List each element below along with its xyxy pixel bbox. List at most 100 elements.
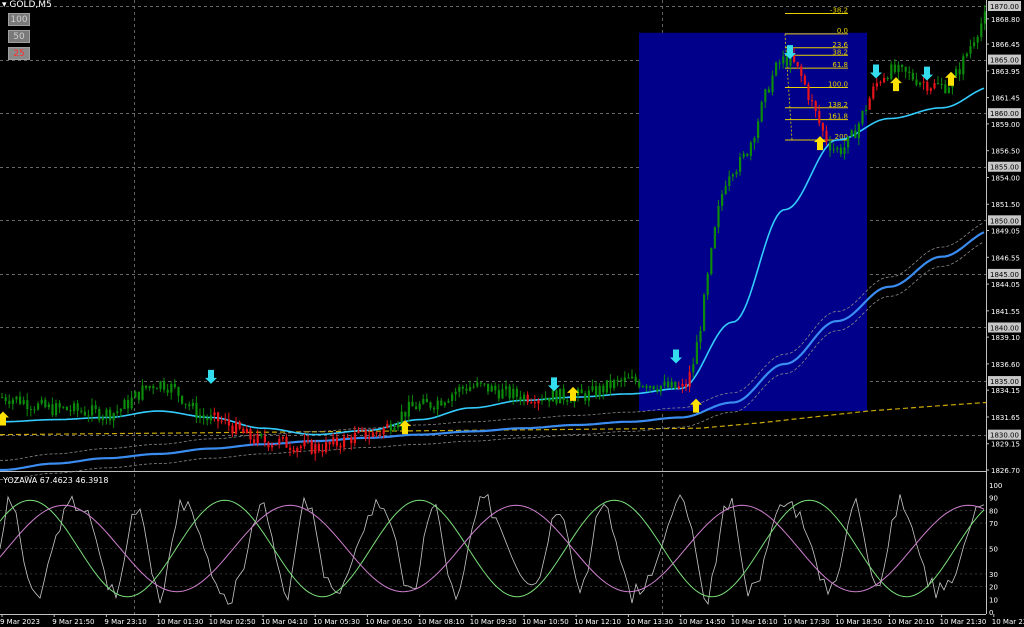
candle-body [886,77,889,80]
zoom-100-button[interactable]: 100 [8,13,30,26]
candle-body [616,379,619,381]
candle-body [357,430,360,433]
candle-body [249,428,252,440]
price-label: 1834.15 [991,387,1020,395]
oscillator-level-label: 80 [989,507,998,515]
oscillator-value-1: 67.4623 [39,476,73,485]
candle-body [976,36,979,43]
oscillator-title: YOZAWA 67.4623 46.3918 [3,476,109,485]
candle-body [559,388,562,404]
oscillator-name: YOZAWA [3,476,38,485]
candle-body [598,385,601,397]
candle-body [800,66,803,76]
symbol-label: ▾ GOLD,M5 [2,0,52,10]
price-marker-label: 1855.00 [990,164,1019,172]
candle-body [908,71,911,73]
candle-body [285,436,288,448]
candle-body [508,386,511,399]
candle-body [163,381,166,390]
candle-body [627,377,630,379]
candle-body [76,403,79,411]
oscillator-level-label: 100 [989,482,1002,490]
candle-body [382,427,385,435]
candle-body [566,400,569,402]
candle-body [605,380,608,393]
candle-body [710,248,713,275]
price-marker-label: 1835.00 [990,378,1019,386]
candle-body [757,121,760,139]
candle-body [123,400,126,410]
candle-body [310,440,313,454]
candle-body [94,405,97,409]
time-label: 9 Mar 21:50 [52,618,94,626]
oscillator-panel [0,493,985,605]
candle-body [775,62,778,76]
candle-body [548,397,551,402]
candle-body [321,450,324,453]
candle-body [141,385,144,400]
candle-body [134,391,137,398]
candle-body [440,400,443,406]
time-label: 10 Mar 01:30 [157,618,204,626]
oscillator-level-label: 30 [989,571,998,579]
price-chart[interactable]: -38.20.023.638.261.8100.0138.2161.8200 1… [0,0,1024,627]
candle-body [181,395,184,404]
price-marker-label: 1860.00 [990,110,1019,118]
candle-body [767,89,770,93]
price-label: 1866.45 [991,41,1020,49]
price-label: 1846.55 [991,254,1020,262]
candle-body [641,386,644,388]
fib-level-label: 161.8 [828,113,848,121]
candle-body [674,381,677,389]
candle-body [836,147,839,150]
candle-body [62,406,65,408]
price-label: 1829.15 [991,441,1020,449]
candle-body [339,445,342,448]
sell-arrow-icon [548,377,560,392]
candle-body [494,385,497,391]
candle-body [44,399,47,408]
candle-body [897,64,900,72]
candle-body [742,153,745,158]
candle-body [706,274,709,295]
candle-body [980,23,983,37]
candle-body [274,444,277,446]
chart-window[interactable]: -38.2 0.0 23.6 38.2 61.8 100.0 138.2 161.8 200 1… [0,0,1024,627]
candle-body [397,423,400,428]
candle-body [1,397,4,399]
candle-body [677,386,680,389]
candle-body [879,82,882,84]
candle-body [260,434,263,436]
candle-body [256,434,259,444]
time-label: 10 Mar 10:50 [522,618,569,626]
candle-body [483,383,486,385]
candle-body [389,423,392,431]
candle-body [721,193,724,206]
candle-body [551,390,554,402]
candle-body [875,83,878,87]
candle-body [69,410,72,412]
candle-body [541,399,544,401]
candle-body [519,396,522,401]
candle-body [91,405,94,416]
candle-body [425,398,428,403]
fib-level-label: 100.0 [828,80,848,88]
zoom-25-button[interactable]: 25 [8,47,30,60]
candle-body [656,389,659,392]
candle-body [411,401,414,407]
candle-body [130,397,133,409]
candle-body [501,389,504,399]
zoom-50-button[interactable]: 50 [8,30,30,43]
candle-body [919,82,922,85]
time-label: 9 Mar 23:10 [104,618,146,626]
candle-body [217,412,220,422]
candle-body [893,64,896,72]
price-label: 1849.05 [991,227,1020,235]
candle-body [526,394,529,403]
candle-body [973,42,976,47]
candle-body [8,401,11,404]
price-label: 1863.95 [991,68,1020,76]
price-axis: 1009080705030201001868.801866.451863.951… [986,1,1021,617]
candle-body [127,400,130,409]
candle-body [40,399,43,404]
